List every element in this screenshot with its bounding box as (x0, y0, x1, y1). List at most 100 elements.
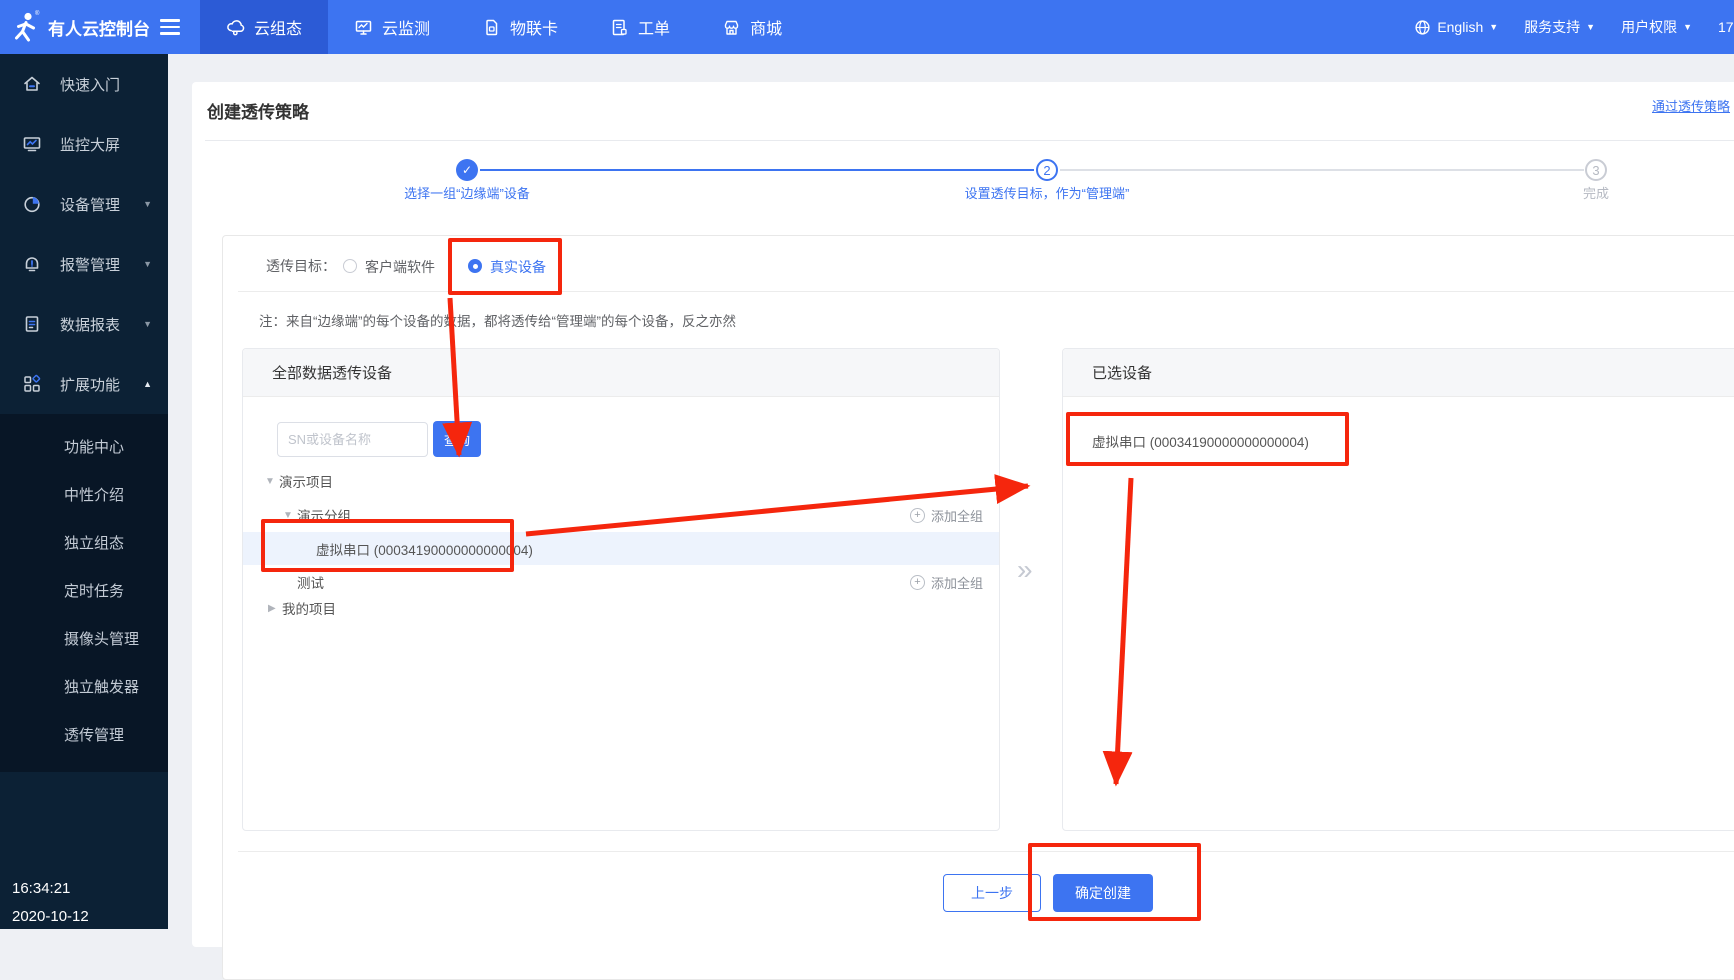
chevron-down-icon: ▼ (143, 319, 152, 329)
step-connector-pending (1060, 169, 1584, 171)
radio-real-device-label[interactable]: 真实设备 (490, 257, 546, 277)
permission-menu[interactable]: 用户权限 ▼ (1621, 17, 1692, 37)
sidebar-subitem-standalone-trigger[interactable]: 独立触发器 (0, 662, 168, 710)
alarm-bell-icon (22, 254, 42, 274)
radio-client-software[interactable] (343, 259, 357, 273)
step-number: 2 (1043, 163, 1050, 178)
tree-group-row-test[interactable]: 测试 + 添加全组 (243, 569, 999, 595)
monitor-chart-icon (354, 18, 373, 37)
tab-iot-sim[interactable]: 物联卡 (456, 0, 584, 54)
chevron-down-icon: ▼ (143, 199, 152, 209)
sidebar-subitem-passthrough-mgmt[interactable]: 透传管理 (0, 710, 168, 758)
account-number[interactable]: 17 (1718, 19, 1734, 35)
console-title: 有人云控制台 (48, 15, 150, 40)
search-button[interactable]: 查询 (433, 421, 481, 457)
step-connector-done (480, 169, 1034, 171)
tree-device-row-selected[interactable]: 虚拟串口 (00034190000000000004) (243, 532, 999, 565)
all-devices-panel: 全部数据透传设备 查询 ▼ 演示项目 ▼ 演示分组 + 添加全组 虚拟串口 (0… (242, 348, 1000, 831)
tree-project-row[interactable]: ▼ 演示项目 (243, 468, 999, 494)
transfer-right-icon: » (1017, 554, 1033, 586)
home-icon (22, 74, 42, 94)
tab-label: 工单 (638, 15, 670, 39)
sidebar-subitem-neutral-intro[interactable]: 中性介绍 (0, 470, 168, 518)
tree-project-label: 演示项目 (279, 471, 333, 491)
chevron-down-icon: ▼ (143, 259, 152, 269)
cloud-icon (226, 18, 245, 37)
sidebar-item-device-mgmt[interactable]: 设备管理 ▼ (0, 174, 168, 234)
sidebar-subitem-standalone-scada[interactable]: 独立组态 (0, 518, 168, 566)
all-devices-panel-header: 全部数据透传设备 (243, 349, 999, 397)
tab-cloud-monitor[interactable]: 云监测 (328, 0, 456, 54)
device-label: 虚拟串口 (00034190000000000004) (316, 539, 533, 559)
hint-note: 注：来自“边缘端”的每个设备的数据，都将透传给“管理端”的每个设备，反之亦然 (259, 310, 736, 330)
sidebar-item-data-report[interactable]: 数据报表 ▼ (0, 294, 168, 354)
footer-divider (238, 851, 1734, 852)
language-label: English (1437, 19, 1483, 35)
add-whole-group-button[interactable]: + 添加全组 (910, 506, 983, 525)
brand: ® 有人云控制台 (0, 0, 200, 54)
language-menu[interactable]: English ▼ (1414, 19, 1498, 36)
pie-chart-icon (22, 194, 42, 214)
sidebar-subitem-function-center[interactable]: 功能中心 (0, 422, 168, 470)
work-order-icon (610, 18, 629, 37)
sidebar-item-label: 监控大屏 (60, 134, 120, 155)
clock-date: 2020-10-12 (12, 908, 89, 925)
extensions-submenu: 功能中心 中性介绍 独立组态 定时任务 摄像头管理 独立触发器 透传管理 (0, 414, 168, 772)
selected-device-item[interactable]: 虚拟串口 (00034190000000000004) (1092, 431, 1309, 451)
title-divider (205, 140, 1734, 141)
page-title: 创建透传策略 (207, 98, 309, 123)
caret-expanded-icon: ▼ (265, 476, 279, 487)
step-1-label: 选择一组“边缘端”设备 (367, 183, 567, 202)
selected-devices-panel-header: 已选设备 最多选 (1063, 349, 1734, 397)
tab-cloud-scada[interactable]: 云组态 (200, 0, 328, 54)
search-input[interactable] (277, 422, 428, 457)
step-2-label: 设置透传目标，作为“管理端” (922, 183, 1172, 202)
radio-real-device[interactable] (468, 259, 482, 273)
sidebar-subitem-camera-mgmt[interactable]: 摄像头管理 (0, 614, 168, 662)
sidebar-item-quick-start[interactable]: 快速入门 (0, 54, 168, 114)
tree-group-row[interactable]: ▼ 演示分组 + 添加全组 (243, 502, 999, 528)
radio-client-software-label[interactable]: 客户端软件 (365, 257, 435, 277)
tab-work-order[interactable]: 工单 (584, 0, 696, 54)
selected-devices-title: 已选设备 (1092, 362, 1152, 383)
menu-toggle-icon[interactable] (160, 19, 180, 35)
help-link[interactable]: 通过透传策略 (1652, 96, 1730, 115)
clock-time: 16:34:21 (12, 880, 70, 897)
sim-card-icon (482, 18, 501, 37)
chevron-up-icon: ▲ (143, 379, 152, 389)
store-icon (722, 18, 741, 37)
confirm-create-button[interactable]: 确定创建 (1053, 874, 1153, 912)
caret-expanded-icon: ▼ (283, 510, 297, 521)
tab-label: 商城 (750, 15, 782, 39)
permission-label: 用户权限 (1621, 17, 1677, 37)
sidebar-item-label: 扩展功能 (60, 374, 120, 395)
tab-mall[interactable]: 商城 (696, 0, 808, 54)
globe-icon (1414, 19, 1431, 36)
usr-logo-icon: ® (10, 10, 40, 44)
tab-label: 云监测 (382, 15, 430, 39)
chevron-down-icon: ▼ (1489, 23, 1498, 32)
support-menu[interactable]: 服务支持 ▼ (1524, 17, 1595, 37)
tree-project-row-collapsed[interactable]: ▶ 我的项目 (243, 595, 999, 621)
check-icon: ✓ (462, 163, 472, 177)
previous-step-button[interactable]: 上一步 (943, 874, 1041, 912)
add-whole-group-button[interactable]: + 添加全组 (910, 573, 983, 592)
svg-text:®: ® (35, 10, 40, 17)
sidebar-item-extensions[interactable]: 扩展功能 ▲ (0, 354, 168, 414)
sidebar-item-label: 数据报表 (60, 314, 120, 335)
circle-plus-icon: + (910, 575, 925, 590)
sidebar-item-alarm-mgmt[interactable]: 报警管理 ▼ (0, 234, 168, 294)
tree-group-label: 测试 (297, 572, 324, 592)
tree-project-label: 我的项目 (282, 598, 336, 618)
caret-collapsed-icon: ▶ (268, 603, 282, 614)
big-screen-icon (22, 134, 42, 154)
sidebar-item-label: 报警管理 (60, 254, 120, 275)
target-label: 透传目标： (266, 256, 336, 276)
sidebar-item-monitor-screen[interactable]: 监控大屏 (0, 114, 168, 174)
step-3-label: 完成 (1546, 183, 1646, 202)
sidebar-subitem-scheduled-tasks[interactable]: 定时任务 (0, 566, 168, 614)
add-group-label: 添加全组 (931, 573, 983, 592)
report-doc-icon (22, 314, 42, 334)
selected-devices-panel: 已选设备 最多选 虚拟串口 (00034190000000000004) (1062, 348, 1734, 831)
step-number: 3 (1592, 163, 1599, 178)
